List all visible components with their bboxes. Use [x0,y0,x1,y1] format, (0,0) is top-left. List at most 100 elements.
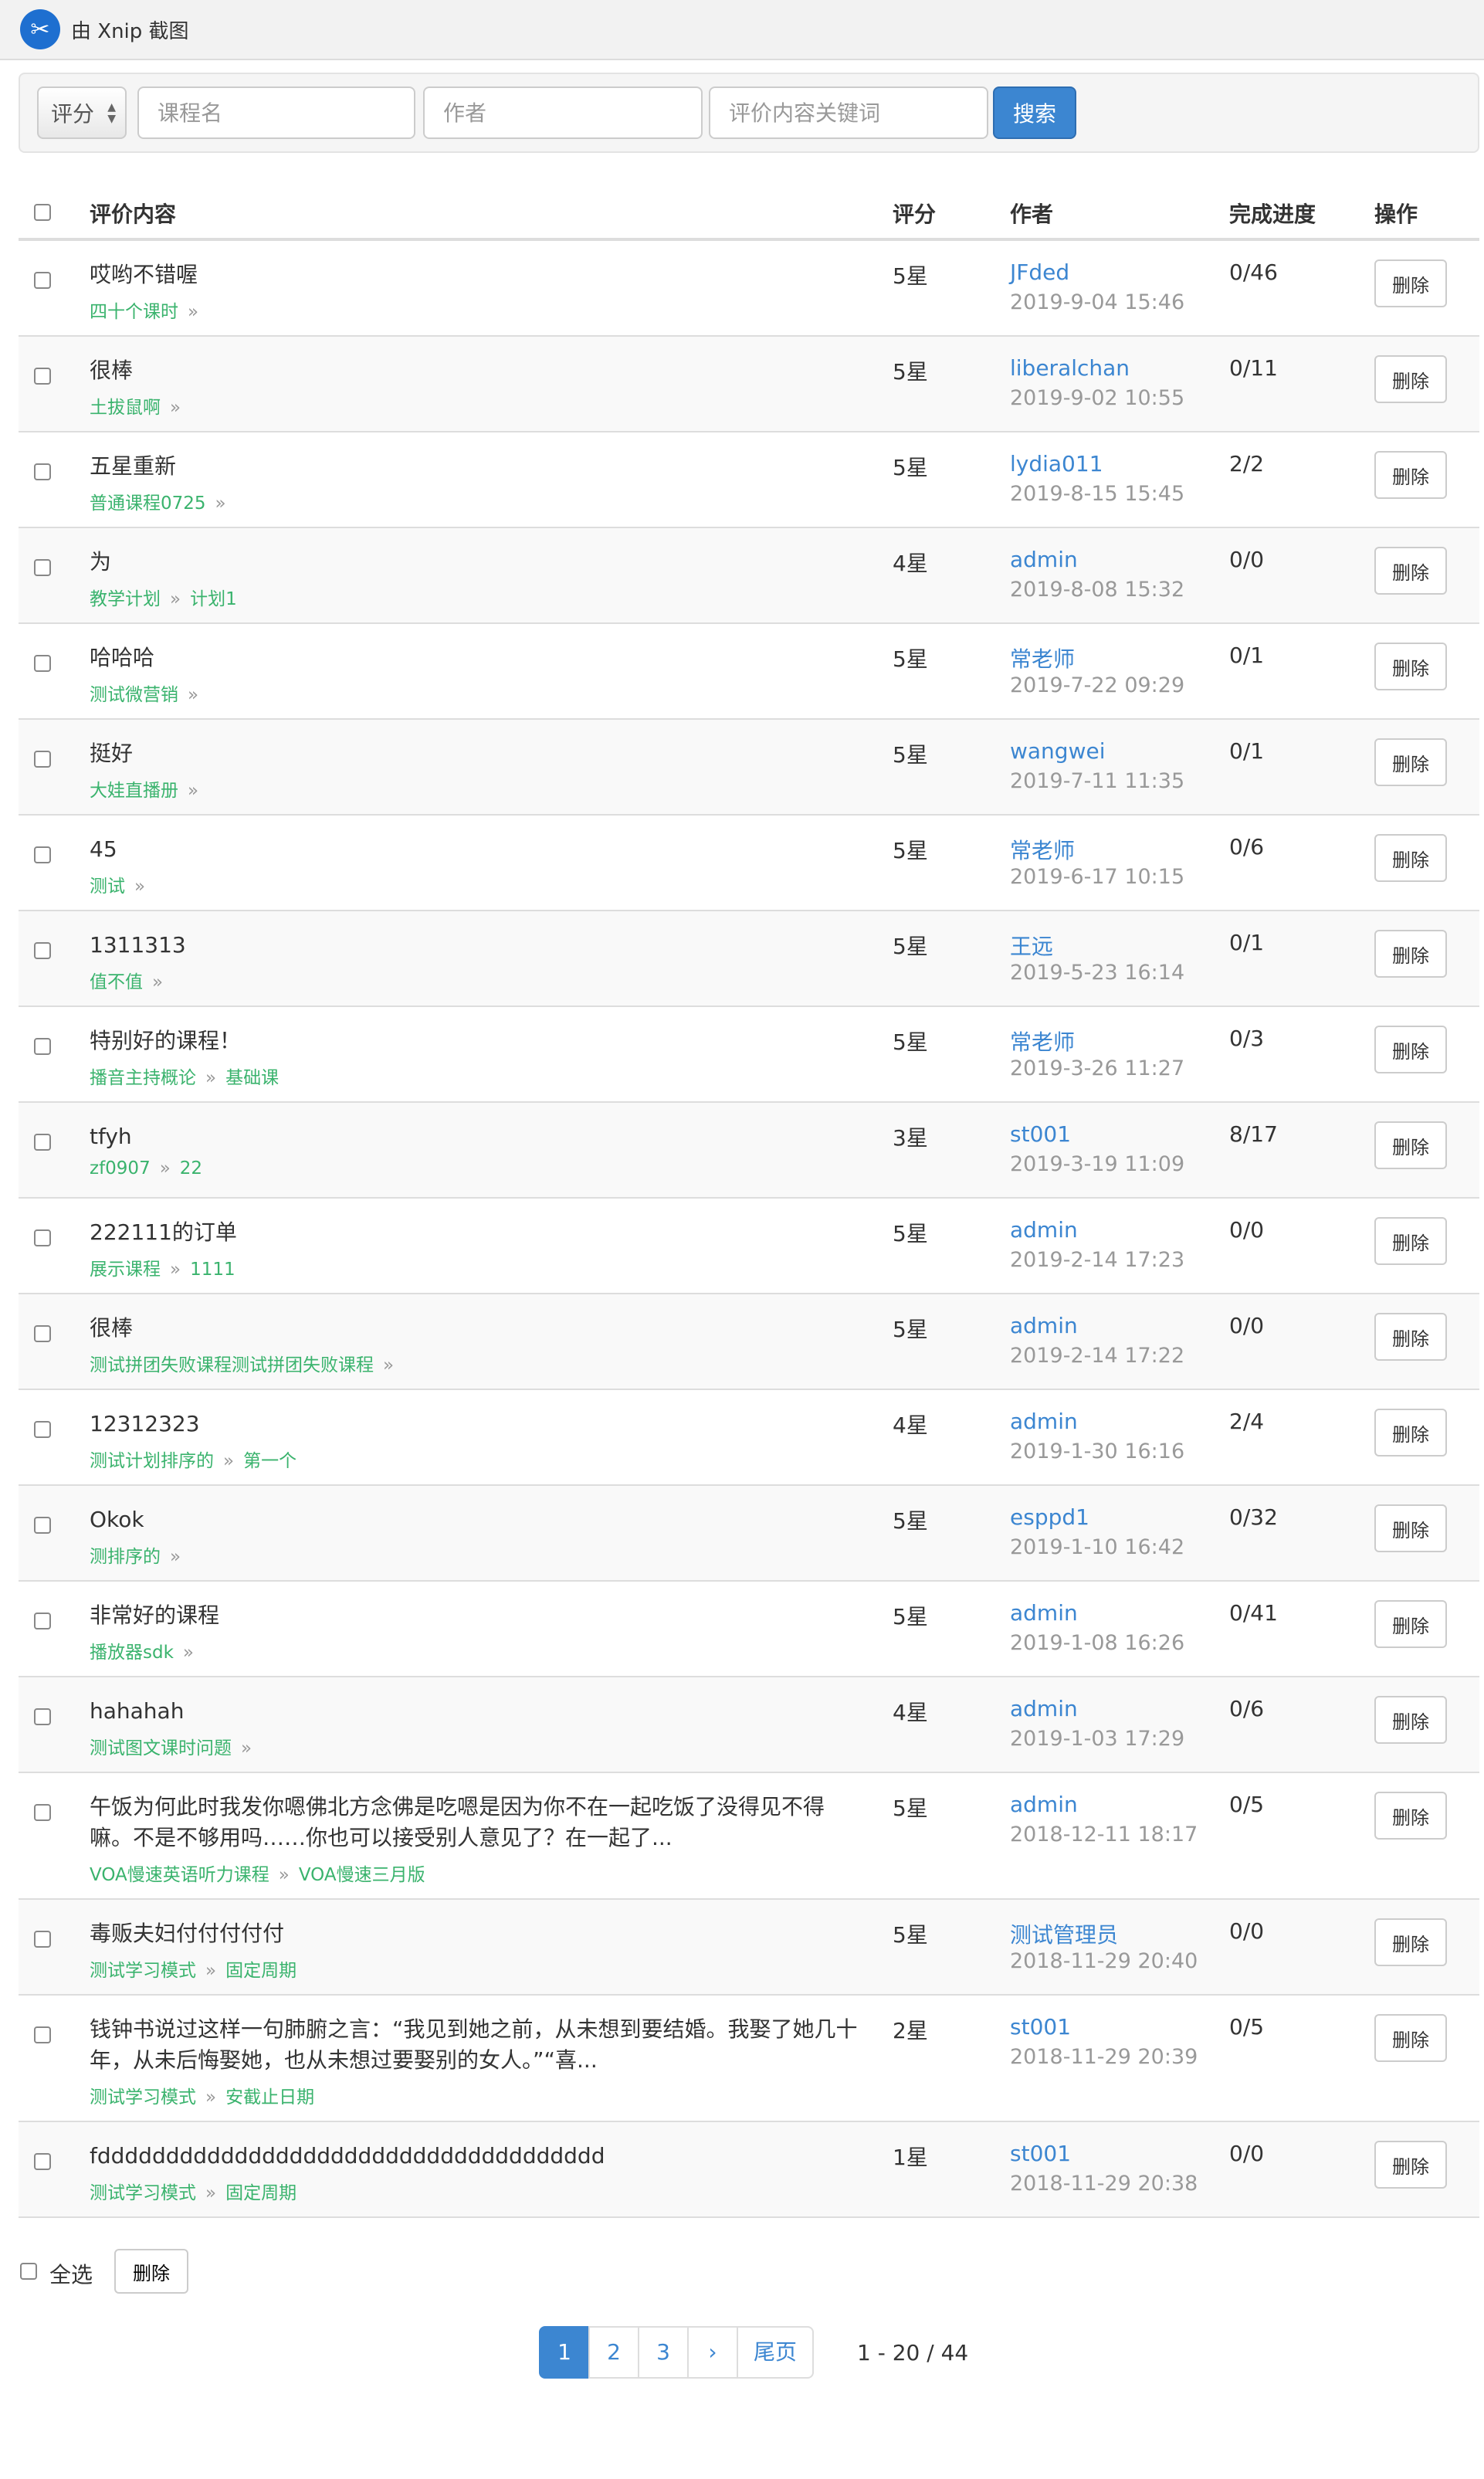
select-all-checkbox[interactable] [20,2263,37,2280]
course-link[interactable]: 普通课程0725 [90,493,206,514]
author-input[interactable] [423,86,703,139]
row-checkbox[interactable] [34,1229,51,1246]
delete-button[interactable]: 删除 [1374,1026,1447,1073]
search-button[interactable]: 搜索 [993,86,1076,139]
course-link[interactable]: 固定周期 [225,1961,296,1981]
row-checkbox[interactable] [34,1708,51,1725]
author-link[interactable]: 常老师 [1010,834,1075,865]
course-link[interactable]: 土拔鼠啊 [90,398,161,418]
course-link[interactable]: 测试学习模式 [90,2183,196,2203]
delete-button[interactable]: 删除 [1374,1792,1447,1840]
delete-button[interactable]: 删除 [1374,355,1447,403]
row-checkbox[interactable] [34,368,51,385]
page-3-link[interactable]: 3 [638,2326,689,2379]
delete-button[interactable]: 删除 [1374,1409,1447,1457]
author-link[interactable]: admin [1010,1217,1078,1243]
course-link[interactable]: 值不值 [90,972,143,992]
delete-button[interactable]: 删除 [1374,1313,1447,1361]
score-select[interactable]: 评分 ▲ ▼ [37,86,127,139]
delete-button[interactable]: 删除 [1374,547,1447,595]
delete-button[interactable]: 删除 [1374,2014,1447,2062]
delete-button[interactable]: 删除 [1374,930,1447,978]
course-link[interactable]: 测试学习模式 [90,1961,196,1981]
course-link[interactable]: 测试学习模式 [90,2087,196,2108]
row-checkbox[interactable] [34,1325,51,1342]
row-checkbox[interactable] [34,1931,51,1948]
course-link[interactable]: 测试微营销 [90,685,178,705]
row-checkbox[interactable] [34,559,51,576]
delete-button[interactable]: 删除 [1374,738,1447,786]
course-link[interactable]: 22 [180,1158,202,1178]
author-link[interactable]: 测试管理员 [1010,1918,1118,1949]
delete-button[interactable]: 删除 [1374,2141,1447,2189]
author-link[interactable]: liberalchan [1010,355,1130,381]
course-link[interactable]: zf0907 [90,1158,151,1178]
course-link[interactable]: 1111 [190,1260,235,1280]
author-link[interactable]: admin [1010,547,1078,572]
delete-button[interactable]: 删除 [1374,1918,1447,1966]
delete-button[interactable]: 删除 [1374,1121,1447,1169]
course-link[interactable]: 测试计划排序的 [90,1451,214,1471]
course-link[interactable]: 计划1 [190,589,237,609]
row-checkbox[interactable] [34,463,51,480]
author-link[interactable]: 常老师 [1010,1026,1075,1056]
row-checkbox[interactable] [34,2026,51,2043]
row-checkbox[interactable] [34,1804,51,1821]
row-checkbox[interactable] [34,751,51,768]
course-link[interactable]: 展示课程 [90,1260,161,1280]
course-link[interactable]: 教学计划 [90,589,161,609]
last-page-link[interactable]: 尾页 [737,2326,815,2379]
row-checkbox[interactable] [34,1421,51,1438]
course-link[interactable]: 测试图文课时问题 [90,1738,232,1758]
select-all-header-checkbox[interactable] [34,204,51,221]
author-link[interactable]: st001 [1010,1121,1071,1147]
course-link[interactable]: 测试拼团失败课程测试拼团失败课程 [90,1355,374,1375]
delete-button[interactable]: 删除 [1374,1504,1447,1552]
author-link[interactable]: st001 [1010,2014,1071,2040]
row-checkbox[interactable] [34,655,51,672]
author-link[interactable]: admin [1010,1696,1078,1721]
delete-button[interactable]: 删除 [1374,1696,1447,1744]
author-link[interactable]: admin [1010,1792,1078,1817]
page-1-link[interactable]: 1 [539,2326,590,2379]
course-link[interactable]: 基础课 [225,1068,279,1088]
row-checkbox[interactable] [34,1517,51,1534]
course-link[interactable]: 四十个课时 [90,302,178,322]
row-checkbox[interactable] [34,2153,51,2170]
course-link[interactable]: 测试 [90,877,125,897]
course-link[interactable]: 播放器sdk [90,1643,174,1663]
row-checkbox[interactable] [34,1038,51,1055]
delete-button[interactable]: 删除 [1374,451,1447,499]
author-link[interactable]: wangwei [1010,738,1105,764]
row-checkbox[interactable] [34,1613,51,1629]
delete-button[interactable]: 删除 [1374,643,1447,690]
row-checkbox[interactable] [34,272,51,289]
course-link[interactable]: 第一个 [243,1451,296,1471]
row-checkbox[interactable] [34,846,51,863]
delete-button[interactable]: 删除 [1374,1217,1447,1265]
author-link[interactable]: lydia011 [1010,451,1103,476]
keyword-input[interactable] [709,86,988,139]
delete-button[interactable]: 删除 [1374,834,1447,882]
author-link[interactable]: esppd1 [1010,1504,1089,1530]
bulk-delete-button[interactable]: 删除 [114,2249,188,2294]
row-checkbox[interactable] [34,1134,51,1151]
next-page-link[interactable]: › [687,2326,738,2379]
author-link[interactable]: 常老师 [1010,643,1075,673]
row-checkbox[interactable] [34,942,51,959]
course-link[interactable]: 播音主持概论 [90,1068,196,1088]
page-2-link[interactable]: 2 [588,2326,639,2379]
author-link[interactable]: 王远 [1010,930,1053,961]
course-name-input[interactable] [137,86,415,139]
course-link[interactable]: VOA慢速三月版 [299,1865,425,1885]
delete-button[interactable]: 删除 [1374,259,1447,307]
author-link[interactable]: admin [1010,1600,1078,1626]
course-link[interactable]: 安截止日期 [225,2087,314,2108]
course-link[interactable]: 大娃直播册 [90,781,178,801]
author-link[interactable]: admin [1010,1409,1078,1434]
author-link[interactable]: st001 [1010,2141,1071,2166]
delete-button[interactable]: 删除 [1374,1600,1447,1648]
course-link[interactable]: VOA慢速英语听力课程 [90,1865,269,1885]
author-link[interactable]: admin [1010,1313,1078,1338]
course-link[interactable]: 测排序的 [90,1547,161,1567]
